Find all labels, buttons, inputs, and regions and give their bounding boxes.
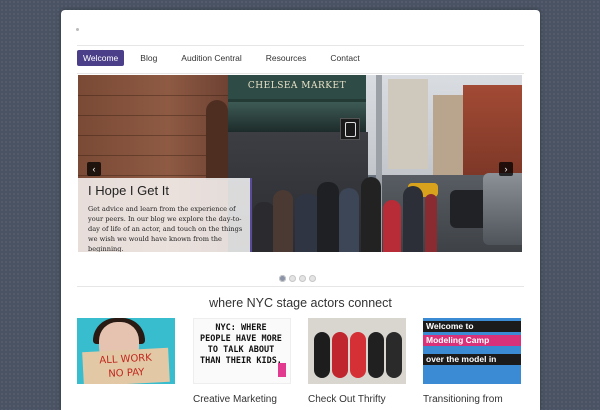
slider-dot[interactable]	[299, 275, 306, 282]
nav-audition-central[interactable]: Audition Central	[169, 50, 253, 66]
divider	[77, 73, 524, 74]
slider-prev-button[interactable]: ‹	[87, 162, 101, 176]
slide-caption: I Hope I Get It Get advice and learn fro…	[78, 178, 252, 252]
divider	[77, 45, 524, 46]
slider-pagination	[279, 275, 316, 282]
featured-post[interactable]: Welcome to Modeling Camp over the model …	[423, 318, 521, 410]
post-thumbnail[interactable]: ALL WORK NO PAY	[77, 318, 175, 384]
slider-next-button[interactable]: ›	[499, 162, 513, 176]
walk-sign-icon	[340, 118, 360, 140]
nav-welcome[interactable]: Welcome	[77, 50, 125, 66]
featured-post[interactable]: ALL WORK NO PAY	[77, 318, 175, 410]
featured-post[interactable]: NYC: WHERE PEOPLE HAVE MORE TO TALK ABOU…	[193, 318, 291, 410]
slide-car	[483, 173, 522, 245]
thumbnail-text: NYC: WHERE PEOPLE HAVE MORE TO TALK ABOU…	[200, 323, 282, 366]
caption-text: Get advice and learn from the experience…	[88, 205, 243, 252]
slide-building	[388, 79, 428, 169]
featured-posts: ALL WORK NO PAY NYC: WHERE PEOPLE HAVE M…	[77, 318, 523, 410]
slide-building	[433, 95, 463, 175]
slide-crowd	[243, 170, 437, 252]
slider-dot[interactable]	[279, 275, 286, 282]
site-tagline: where NYC stage actors connect	[209, 296, 392, 310]
chelsea-market-sign: CHELSEA MARKET	[228, 75, 366, 102]
nav-contact[interactable]: Contact	[318, 50, 371, 66]
sign-text: CHELSEA MARKET	[247, 81, 347, 91]
post-thumbnail[interactable]: Welcome to Modeling Camp over the model …	[423, 318, 521, 384]
caption-title: I Hope I Get It	[88, 183, 169, 198]
protest-sign: ALL WORK NO PAY	[82, 347, 170, 384]
slide-arch	[206, 100, 228, 180]
nav-blog[interactable]: Blog	[128, 50, 169, 66]
hero-slider[interactable]: CHELSEA MARKET ‹ › I Hope I Get It Get a…	[78, 75, 522, 252]
divider	[77, 286, 524, 287]
post-thumbnail[interactable]	[308, 318, 406, 384]
slider-dot[interactable]	[289, 275, 296, 282]
nav-resources[interactable]: Resources	[254, 50, 319, 66]
page-container: Welcome Blog Audition Central Resources …	[61, 10, 540, 410]
slide-building	[463, 85, 522, 175]
post-thumbnail[interactable]: NYC: WHERE PEOPLE HAVE MORE TO TALK ABOU…	[193, 318, 291, 384]
logo[interactable]	[76, 28, 79, 31]
slider-dot[interactable]	[309, 275, 316, 282]
featured-post[interactable]: Check Out Thrifty	[308, 318, 406, 410]
main-nav: Welcome Blog Audition Central Resources …	[77, 48, 372, 68]
